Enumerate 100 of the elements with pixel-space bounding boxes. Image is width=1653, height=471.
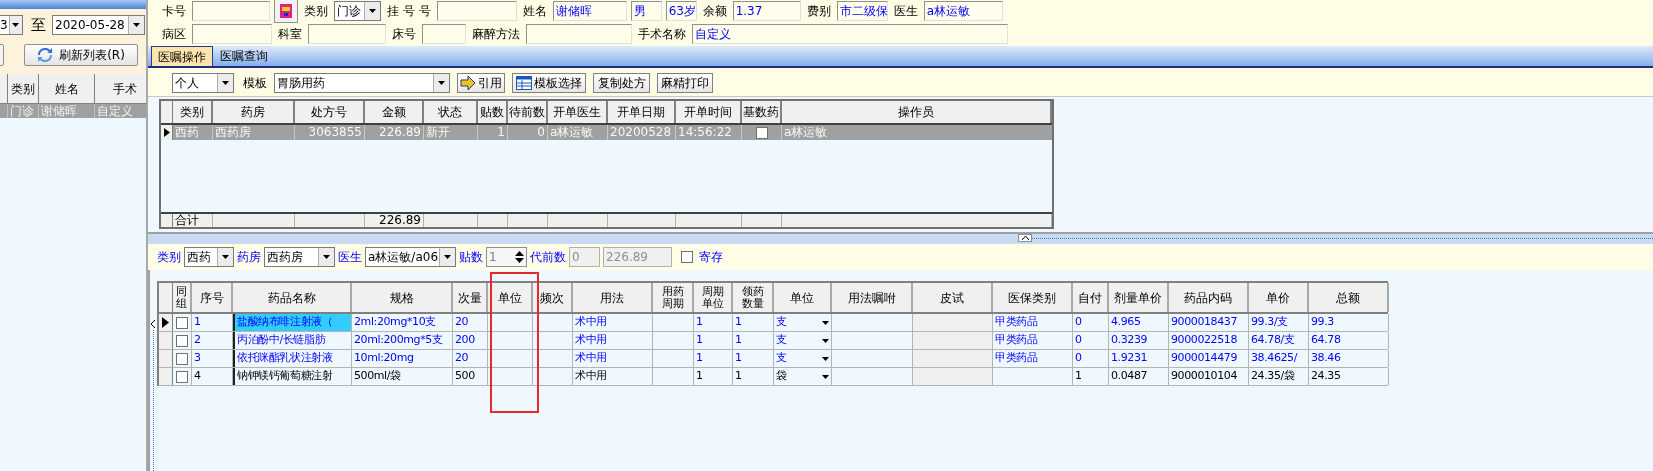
input-field[interactable]	[192, 1, 270, 21]
card-button[interactable]	[274, 0, 298, 23]
tab[interactable]: 医嘱操作	[151, 46, 213, 66]
toolbar-button[interactable]: 模板选择	[512, 73, 586, 93]
field-label: 病区	[161, 26, 187, 43]
table-cell-text: 1	[735, 350, 743, 367]
field-label: 麻醉方法	[471, 26, 521, 43]
table-cell: 合计	[173, 214, 213, 227]
field-label: 类别	[303, 3, 329, 20]
table-cell-text: 4	[194, 368, 202, 385]
table-row[interactable]: 4 钠钾镁钙葡萄糖注射 500ml/袋 500 术中用 1 1 袋 1 0.0487 9000010104 24.35/袋 24.35	[159, 368, 1388, 386]
column-header: 自付	[1078, 291, 1102, 304]
table-cell-text: 24.35/袋	[1251, 368, 1296, 385]
caret-icon	[444, 255, 451, 259]
table-cell: 门诊	[8, 104, 39, 118]
pharmacy-dropdown[interactable]: 西药房	[264, 247, 335, 267]
dropdown-arrow-button[interactable]	[433, 74, 449, 92]
column-header: 领药数量	[740, 285, 765, 310]
table-cell-text: 99.3/支	[1251, 314, 1289, 331]
table-cell-text: 20	[455, 350, 470, 367]
toolbar-button[interactable]: 引用	[457, 73, 505, 93]
collapse-button[interactable]	[1018, 234, 1032, 242]
row-header[interactable]	[159, 314, 173, 331]
checkbox[interactable]	[755, 126, 768, 139]
input-field[interactable]	[422, 24, 466, 44]
input-field[interactable]: 1.37	[732, 1, 801, 21]
spin-arrows-icon	[515, 251, 524, 263]
input-field[interactable]	[308, 24, 386, 44]
table-cell-text: 20	[455, 314, 470, 331]
input-field[interactable]	[526, 24, 632, 44]
checkbox[interactable]	[176, 370, 188, 383]
dropdown-arrow-button[interactable]	[217, 248, 233, 266]
dropdown-arrow-button[interactable]	[439, 248, 455, 266]
input-field[interactable]: 男	[630, 1, 662, 21]
checkbox[interactable]	[176, 334, 188, 347]
table-cell-text: 甲类药品	[995, 332, 1039, 349]
column-header: 医保类别	[1008, 291, 1056, 304]
date-dropdown[interactable]: 3	[0, 15, 23, 35]
input-field[interactable]	[436, 1, 517, 21]
caret-icon	[822, 356, 829, 361]
template-dropdown[interactable]: 胃肠用药	[274, 73, 450, 93]
table-cell-text: 盐酸纳布啡注射液（	[237, 314, 334, 331]
spinner-field[interactable]: 1	[486, 247, 527, 267]
refresh-button[interactable]: 刷新列表(R)	[24, 44, 138, 66]
field-label: 药房	[237, 249, 261, 266]
table-row[interactable]: 2 丙泊酚中/长链脂肪 20ml:200mg*5支 200 术中用 1 1 支 甲类药品 0 0.3239 9000022518 64.78/支 64.78	[159, 332, 1388, 350]
field-label: 床号	[391, 26, 417, 43]
row-header[interactable]	[161, 125, 173, 140]
to-label: 至	[31, 14, 46, 36]
row-pointer-icon	[163, 128, 170, 137]
checkbox[interactable]	[176, 316, 188, 329]
input-field[interactable]: a林运敏	[923, 1, 1003, 21]
table-cell-text: 99.3	[1311, 314, 1335, 331]
field-label: 卡号	[161, 3, 187, 20]
category-dropdown[interactable]: 西药	[184, 247, 234, 267]
column-header: 处方号	[295, 101, 365, 123]
field-label: 医生	[892, 3, 919, 20]
checkbox[interactable]	[176, 352, 188, 365]
column-header: 用法	[600, 291, 624, 304]
table-icon	[516, 76, 532, 90]
field-label: 医生	[338, 249, 362, 266]
dropdown-arrow-button[interactable]	[217, 74, 233, 92]
table-cell-text: 20ml:200mg*5支	[354, 332, 444, 349]
input-field[interactable]: 自定义	[692, 24, 1008, 44]
table-cell-text: a林运敏	[783, 125, 829, 140]
table-cell: 226.89	[365, 125, 424, 140]
dropdown-arrow-button[interactable]	[128, 16, 144, 34]
input-field[interactable]: 市二级保	[836, 1, 888, 21]
dropdown-arrow-button[interactable]	[318, 248, 334, 266]
column-header: 皮试	[940, 291, 964, 304]
date-dropdown[interactable]: 2020-05-28	[52, 15, 145, 35]
table-cell-text: 64.78	[1311, 332, 1342, 349]
table-cell-text: 1	[735, 332, 743, 349]
table-cell-text: 0	[1075, 314, 1083, 331]
table-cell: a林运敏	[548, 125, 608, 140]
input-field[interactable]: 63岁	[665, 1, 697, 21]
dropdown[interactable]: 门诊	[334, 1, 381, 21]
input-field[interactable]	[192, 24, 272, 44]
table-row[interactable]: 1 盐酸纳布啡注射液（ 2ml:20mg*10支 20 术中用 1 1 支 甲类药品 0 4.965 9000018437 99.3/支 99.3	[159, 314, 1388, 332]
caret-icon	[222, 81, 229, 85]
column-header: 状态	[424, 101, 478, 123]
doctor-dropdown[interactable]: a林运敏/a06	[365, 247, 456, 267]
toolbar-button[interactable]: 复制处方	[593, 73, 650, 93]
table-cell-text: 支	[776, 332, 788, 349]
table-cell-text: 38.4625/	[1251, 350, 1299, 367]
scope-dropdown[interactable]: 个人	[172, 73, 234, 93]
dropdown-arrow-button[interactable]	[364, 2, 380, 20]
dropdown-arrow-button[interactable]	[8, 16, 22, 34]
column-header: 金额	[365, 101, 424, 123]
tab[interactable]: 医嘱查询	[213, 46, 275, 66]
caret-icon	[222, 255, 229, 259]
field-label: 余额	[701, 3, 728, 20]
checkbox[interactable]	[681, 251, 693, 263]
input-field[interactable]: 谢储晖	[552, 1, 627, 21]
card-icon	[279, 3, 293, 19]
column-header: 待前数	[508, 101, 548, 123]
toolbar-button[interactable]: 麻精打印	[657, 73, 713, 93]
column-header: 开单时间	[676, 101, 742, 123]
table-cell-text: 500ml/袋	[354, 368, 402, 385]
table-row[interactable]: 3 依托咪酯乳状注射液 10ml:20mg 20 术中用 1 1 支 甲类药品 0 1.9231 9000014479 38.4625/ 38.46	[159, 350, 1388, 368]
